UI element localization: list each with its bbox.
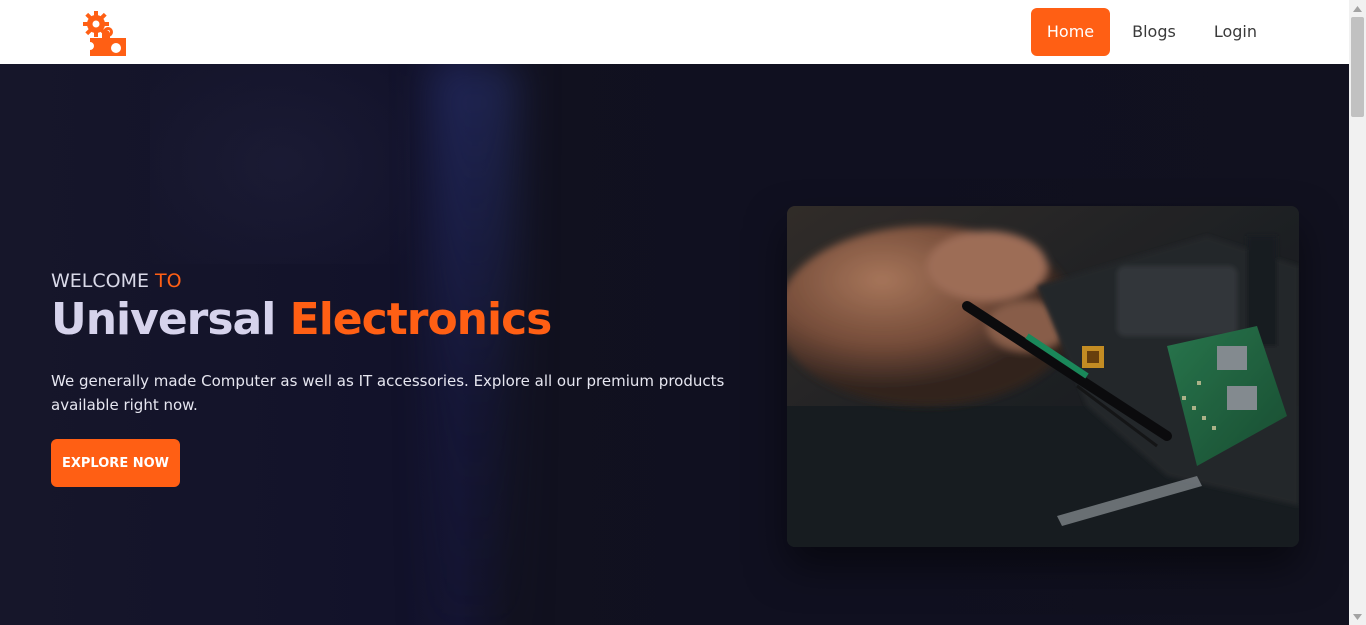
scroll-up-arrow-icon[interactable] — [1349, 0, 1366, 17]
scroll-thumb[interactable] — [1351, 17, 1364, 117]
welcome-word: WELCOME — [51, 270, 149, 292]
hero-image-circuit-repair — [787, 206, 1299, 547]
hero-title: Universal Electronics — [51, 294, 553, 345]
navbar: Home Blogs Login — [0, 0, 1349, 64]
hero-welcome-text: WELCOME TO — [51, 270, 182, 292]
hero-title-main: Universal — [51, 294, 276, 345]
hero-section: WELCOME TO Universal Electronics We gene… — [0, 64, 1349, 625]
scroll-down-arrow-icon[interactable] — [1349, 608, 1366, 625]
page-scrollbar[interactable] — [1349, 0, 1366, 625]
explore-now-button[interactable]: EXPLORE NOW — [51, 439, 180, 487]
welcome-accent-word: TO — [155, 270, 182, 292]
hero-description: We generally made Computer as well as IT… — [51, 372, 725, 414]
nav-login-link[interactable]: Login — [1198, 8, 1273, 56]
gear-puzzle-logo-icon[interactable] — [82, 10, 128, 56]
nav-blogs-link[interactable]: Blogs — [1116, 8, 1192, 56]
hero-background-shade — [150, 64, 410, 264]
nav-menu: Home Blogs Login — [1030, 8, 1273, 56]
nav-home-link[interactable]: Home — [1030, 8, 1111, 56]
hero-title-accent: Electronics — [289, 294, 553, 345]
